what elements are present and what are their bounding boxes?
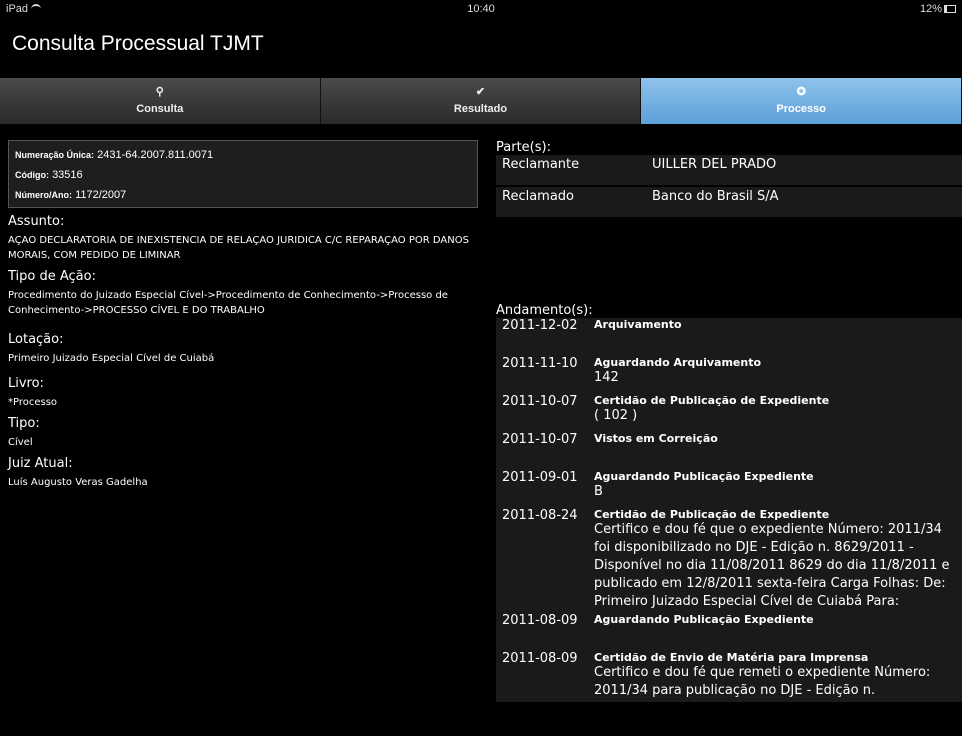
numero-row: Número/Ano: 1172/2007 [15, 185, 471, 205]
andamento-title: Aguardando Arquivamento [594, 356, 762, 369]
andamento-row: 2011-08-09 Certidão de Envio de Matéria … [496, 651, 962, 702]
partes-heading: Parte(s): [496, 140, 551, 155]
livro-value: *Processo [8, 397, 58, 408]
andamento-date: 2011-08-24 [502, 508, 578, 523]
tipo-heading: Tipo: [8, 416, 40, 431]
tab-label: Processo [776, 103, 826, 115]
assunto-heading: Assunto: [8, 214, 65, 229]
andamento-row: 2011-11-10 Aguardando Arquivamento 142 [496, 356, 962, 394]
check-icon: ✔ [475, 86, 486, 98]
andamento-date: 2011-08-09 [502, 651, 578, 666]
tipo-acao-heading: Tipo de Ação: [8, 269, 96, 284]
status-time: 10:40 [467, 3, 495, 15]
numero-value: 1172/2007 [75, 189, 127, 201]
andamento-date: 2011-12-02 [502, 318, 578, 333]
tipo-acao-value: Procedimento do Juizado Especial Cível->… [8, 290, 448, 316]
andamento-row: 2011-10-07 Vistos em Correição [496, 432, 962, 470]
andamento-detail: ( 102 ) [594, 408, 638, 423]
tab-label: Resultado [453, 103, 508, 115]
star-icon: ✪ [796, 86, 806, 98]
tab-consulta[interactable]: ⚲ Consulta [0, 78, 321, 124]
andamento-date: 2011-09-01 [502, 470, 578, 485]
livro-heading: Livro: [8, 376, 44, 391]
codigo-row: Código: 33516 [15, 165, 471, 185]
lotacao-heading: Lotação: [8, 332, 64, 347]
andamento-row: 2011-09-01 Aguardando Publicação Expedie… [496, 470, 962, 508]
search-icon: ⚲ [155, 86, 164, 98]
numeracao-value: 2431-64.2007.811.0071 [97, 149, 214, 161]
process-summary-box: Numeração Única: 2431-64.2007.811.0071 C… [8, 140, 478, 208]
title-bar: Consulta Processual TJMT [0, 20, 962, 68]
tab-label: Consulta [136, 103, 184, 115]
parte-name: Banco do Brasil S/A [652, 189, 779, 204]
parte-name: UILLER DEL PRADO [652, 157, 777, 172]
andamento-row: 2011-08-09 Aguardando Publicação Expedie… [496, 613, 962, 651]
andamento-title: Certidão de Publicação de Expediente [594, 394, 830, 407]
andamento-title: Arquivamento [594, 318, 682, 331]
andamento-row: 2011-08-24 Certidão de Publicação de Exp… [496, 508, 962, 613]
parte-row: Reclamado Banco do Brasil S/A [496, 187, 962, 217]
andamento-title: Aguardando Publicação Expediente [594, 613, 814, 626]
tipo-value: Cível [8, 437, 33, 448]
status-bar: iPad 10:40 12% [0, 0, 962, 20]
process-activity: Parte(s): Reclamante UILLER DEL PRADO Re… [496, 140, 962, 702]
juiz-heading: Juiz Atual: [8, 456, 73, 471]
parte-role: Reclamado [502, 189, 575, 204]
tab-bar: ⚲ Consulta ✔ Resultado ✪ Processo [0, 78, 962, 126]
andamento-date: 2011-11-10 [502, 356, 578, 371]
andamento-detail: Certifico e dou fé que o expediente Núme… [594, 522, 950, 609]
andamento-date: 2011-08-09 [502, 613, 578, 628]
battery-label: 12% [919, 3, 942, 15]
codigo-value: 33516 [52, 169, 83, 181]
andamento-detail: 142 [594, 370, 619, 385]
tab-resultado[interactable]: ✔ Resultado [320, 78, 642, 124]
codigo-label: Código: [15, 170, 49, 180]
andamento-title: Vistos em Correição [594, 432, 718, 445]
andamento-title: Certidão de Envio de Matéria para Impren… [594, 651, 869, 664]
andamento-title: Certidão de Publicação de Expediente [594, 508, 830, 521]
parte-row: Reclamante UILLER DEL PRADO [496, 155, 962, 185]
assunto-value: AÇAO DECLARATORIA DE INEXISTENCIA DE REL… [8, 235, 469, 261]
andamento-row: 2011-10-07 Certidão de Publicação de Exp… [496, 394, 962, 432]
juiz-value: Luís Augusto Veras Gadelha [8, 477, 148, 488]
process-details: Numeração Única: 2431-64.2007.811.0071 C… [8, 140, 478, 490]
battery-icon [944, 5, 956, 14]
status-right: 12% [920, 3, 956, 15]
andamento-title: Aguardando Publicação Expediente [594, 470, 814, 483]
andamento-date: 2011-10-07 [502, 432, 578, 447]
lotacao-value: Primeiro Juizado Especial Cível de Cuiab… [8, 353, 215, 364]
andamento-detail: B [594, 484, 603, 499]
app-title: Consulta Processual TJMT [12, 32, 264, 55]
tab-processo[interactable]: ✪ Processo [641, 78, 962, 124]
numeracao-label: Numeração Única: [15, 150, 95, 160]
numero-label: Número/Ano: [15, 190, 72, 200]
andamento-date: 2011-10-07 [502, 394, 578, 409]
andamentos-heading: Andamento(s): [496, 303, 593, 318]
andamento-row: 2011-12-02 Arquivamento [496, 318, 962, 356]
numeracao-row: Numeração Única: 2431-64.2007.811.0071 [15, 145, 471, 165]
andamento-detail: Certifico e dou fé que remeti o expedien… [594, 665, 931, 698]
parte-role: Reclamante [502, 157, 580, 172]
